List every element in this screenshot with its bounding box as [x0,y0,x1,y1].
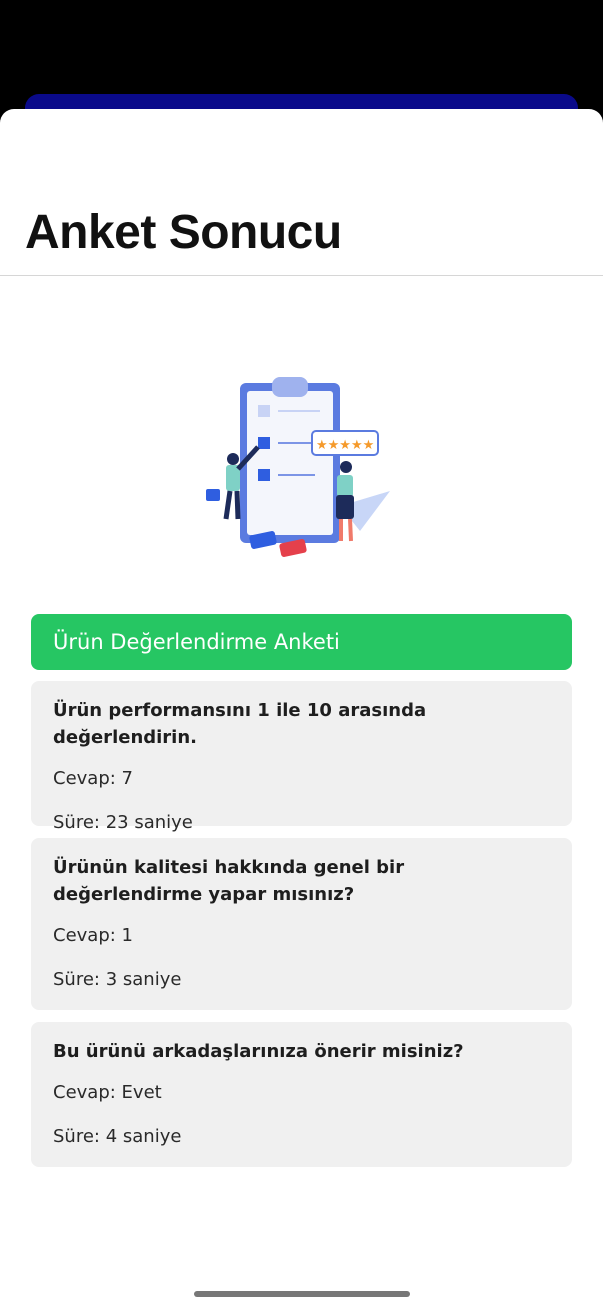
question-text: Ürün performansını 1 ile 10 arasında değ… [53,700,427,748]
duration-text: Süre: 3 saniye [53,969,182,990]
answer-text: Cevap: Evet [53,1082,162,1103]
answer-text: Cevap: 7 [53,768,133,789]
survey-illustration: ★★★★★ [206,377,390,557]
question-card: Ürünün kalitesi hakkında genel bir değer… [31,838,572,1010]
svg-text:★★★★★: ★★★★★ [316,438,374,453]
survey-title-banner: Ürün Değerlendirme Anketi [31,614,572,670]
modal-sheet: Anket Sonucu ★★★★★ Ürün Değerlendirme An… [0,109,603,1311]
page-title: Anket Sonucu [25,206,342,259]
duration-text: Süre: 23 saniye [53,812,193,833]
question-card: Ürün performansını 1 ile 10 arasında değ… [31,681,572,833]
survey-title: Ürün Değerlendirme Anketi [53,630,340,654]
question-text: Ürünün kalitesi hakkında genel bir değer… [53,857,405,905]
question-card: Bu ürünü arkadaşlarınıza önerir misiniz?… [31,1022,572,1167]
header-divider [0,275,603,276]
home-indicator[interactable] [194,1291,410,1297]
answer-text: Cevap: 1 [53,925,133,946]
duration-text: Süre: 4 saniye [53,1126,182,1147]
question-text: Bu ürünü arkadaşlarınıza önerir misiniz? [53,1041,464,1062]
